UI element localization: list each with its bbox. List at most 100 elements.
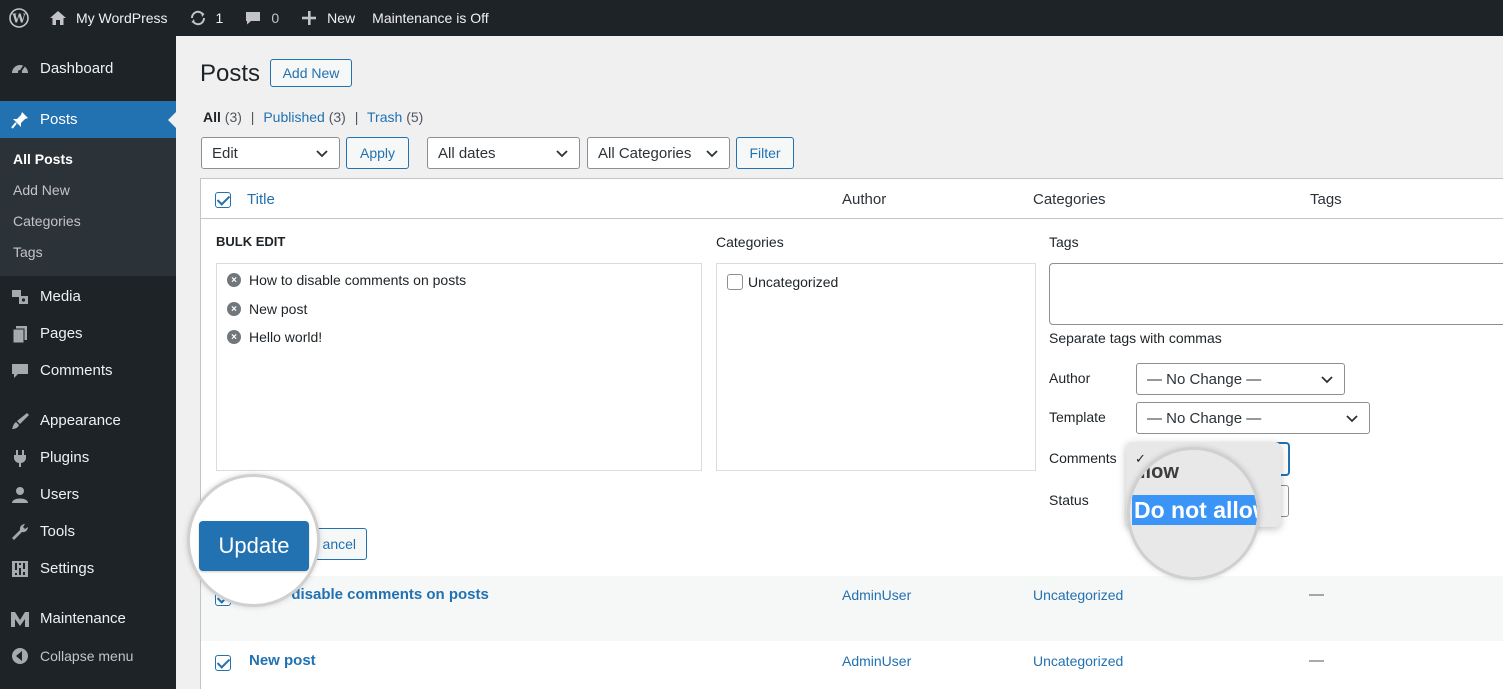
posts-submenu: All Posts Add New Categories Tags [0, 138, 176, 276]
author-select[interactable]: — No Change — [1136, 363, 1345, 395]
filter-button[interactable]: Filter [736, 137, 794, 169]
column-categories: Categories [1033, 191, 1106, 208]
filter-all[interactable]: All [203, 109, 221, 125]
comments-link[interactable]: 0 [233, 0, 289, 36]
list-item: × Hello world! [227, 329, 322, 345]
menu-comments[interactable]: Comments [0, 352, 176, 389]
row-author-link[interactable]: AdminUser [842, 587, 911, 603]
plugin-icon [10, 448, 30, 468]
separator: | [250, 109, 255, 125]
category-filter-select[interactable]: All Categories [587, 137, 730, 169]
settings-icon [10, 559, 30, 579]
menu-label: Collapse menu [40, 647, 134, 664]
post-name: How to disable comments on posts [249, 272, 467, 288]
dropdown-option-do-not-allow[interactable]: Do not allow [1132, 495, 1260, 525]
post-name: Hello world! [249, 329, 323, 345]
menu-pages[interactable]: Pages [0, 315, 176, 352]
admin-bar: W My WordPress 1 0 New Maintenance is Of… [0, 0, 1503, 36]
apply-button[interactable]: Apply [346, 137, 409, 169]
tags-label: Tags [1049, 234, 1079, 250]
remove-post-icon[interactable]: × [227, 330, 241, 344]
categories-label: Categories [716, 234, 784, 250]
menu-media[interactable]: Media [0, 278, 176, 315]
bulk-edit-heading: BULK EDIT [216, 234, 286, 249]
menu-dashboard[interactable]: Dashboard [0, 50, 176, 87]
home-icon [48, 8, 68, 28]
remove-post-icon[interactable]: × [227, 302, 241, 316]
menu-plugins[interactable]: Plugins [0, 439, 176, 476]
template-value: — No Change — [1147, 409, 1262, 427]
select-all-checkbox[interactable] [215, 192, 231, 208]
dashboard-icon [10, 59, 30, 79]
row-category-link[interactable]: Uncategorized [1033, 587, 1123, 603]
updates-link[interactable]: 1 [178, 0, 234, 36]
filter-published[interactable]: Published [263, 109, 325, 125]
chevron-down-icon [316, 150, 328, 158]
categories-checklist: Uncategorized [716, 263, 1036, 471]
update-button[interactable]: Update [199, 521, 309, 571]
remove-post-icon[interactable]: × [227, 273, 241, 287]
main-content: Posts Add New All (3) | Published (3) | … [176, 36, 1503, 689]
option-do-not-allow-label: Do not allow [1134, 496, 1260, 523]
table-header: Title Author Categories Tags [201, 179, 1503, 219]
menu-posts[interactable]: Posts [0, 101, 176, 138]
list-item: × How to disable comments on posts [227, 272, 466, 288]
dropdown-option-allow[interactable]: llow [1140, 461, 1179, 484]
update-label: Update [218, 533, 290, 558]
chevron-down-icon [556, 150, 568, 158]
wrench-icon [10, 522, 30, 542]
author-label: Author [1049, 370, 1091, 386]
post-name: New post [249, 301, 308, 317]
status-label: Status [1049, 492, 1089, 508]
maintenance-status-label: Maintenance is Off [372, 10, 489, 26]
column-title[interactable]: Title [247, 191, 275, 208]
column-author: Author [842, 191, 887, 208]
tags-textarea[interactable] [1049, 263, 1503, 325]
pages-icon [10, 324, 30, 344]
row-title-link[interactable]: to disable comments on posts [273, 586, 489, 603]
row-title-link[interactable]: New post [249, 652, 316, 669]
zoom-callout-update: Update [187, 474, 320, 607]
row-category-link[interactable]: Uncategorized [1033, 653, 1123, 669]
zoom-callout-dropdown: llow Do not allow [1127, 447, 1260, 580]
menu-appearance[interactable]: Appearance [0, 402, 176, 439]
filter-trash[interactable]: Trash [367, 109, 402, 125]
bulk-action-select[interactable]: Edit [201, 137, 340, 169]
separator: | [354, 109, 359, 125]
menu-users[interactable]: Users [0, 476, 176, 513]
category-checkbox[interactable] [727, 274, 743, 290]
submenu-all-posts[interactable]: All Posts [0, 144, 176, 175]
menu-label: Appearance [40, 412, 121, 429]
filter-published-count: (3) [328, 109, 346, 125]
wp-logo-menu[interactable]: W [0, 0, 38, 36]
menu-label: Plugins [40, 449, 90, 466]
filter-trash-count: (5) [406, 109, 424, 125]
date-filter-select[interactable]: All dates [427, 137, 580, 169]
menu-collapse[interactable]: Collapse menu [0, 637, 176, 674]
updates-icon [188, 8, 208, 28]
menu-tools[interactable]: Tools [0, 513, 176, 550]
row-author-link[interactable]: AdminUser [842, 653, 911, 669]
add-new-button[interactable]: Add New [270, 59, 352, 87]
menu-settings[interactable]: Settings [0, 550, 176, 587]
menu-label: Pages [40, 325, 83, 342]
submenu-add-new[interactable]: Add New [0, 175, 176, 206]
user-icon [10, 485, 30, 505]
site-name-link[interactable]: My WordPress [38, 0, 178, 36]
row-checkbox[interactable] [215, 655, 231, 671]
media-icon [10, 287, 30, 307]
menu-label: Maintenance [40, 610, 126, 627]
admin-sidebar: Dashboard Posts All Posts Add New Catego… [0, 36, 176, 689]
menu-label: Comments [40, 362, 113, 379]
comments-count: 0 [271, 10, 280, 26]
svg-text:W: W [11, 12, 26, 26]
menu-maintenance[interactable]: Maintenance [0, 600, 176, 637]
new-content-link[interactable]: New [289, 0, 365, 36]
maintenance-status-link[interactable]: Maintenance is Off [365, 0, 498, 36]
site-name-label: My WordPress [76, 10, 168, 26]
submenu-categories[interactable]: Categories [0, 206, 176, 237]
menu-label: Tools [40, 523, 76, 540]
submenu-tags[interactable]: Tags [0, 237, 176, 268]
menu-label: Dashboard [40, 60, 114, 77]
template-select[interactable]: — No Change — [1136, 402, 1370, 434]
